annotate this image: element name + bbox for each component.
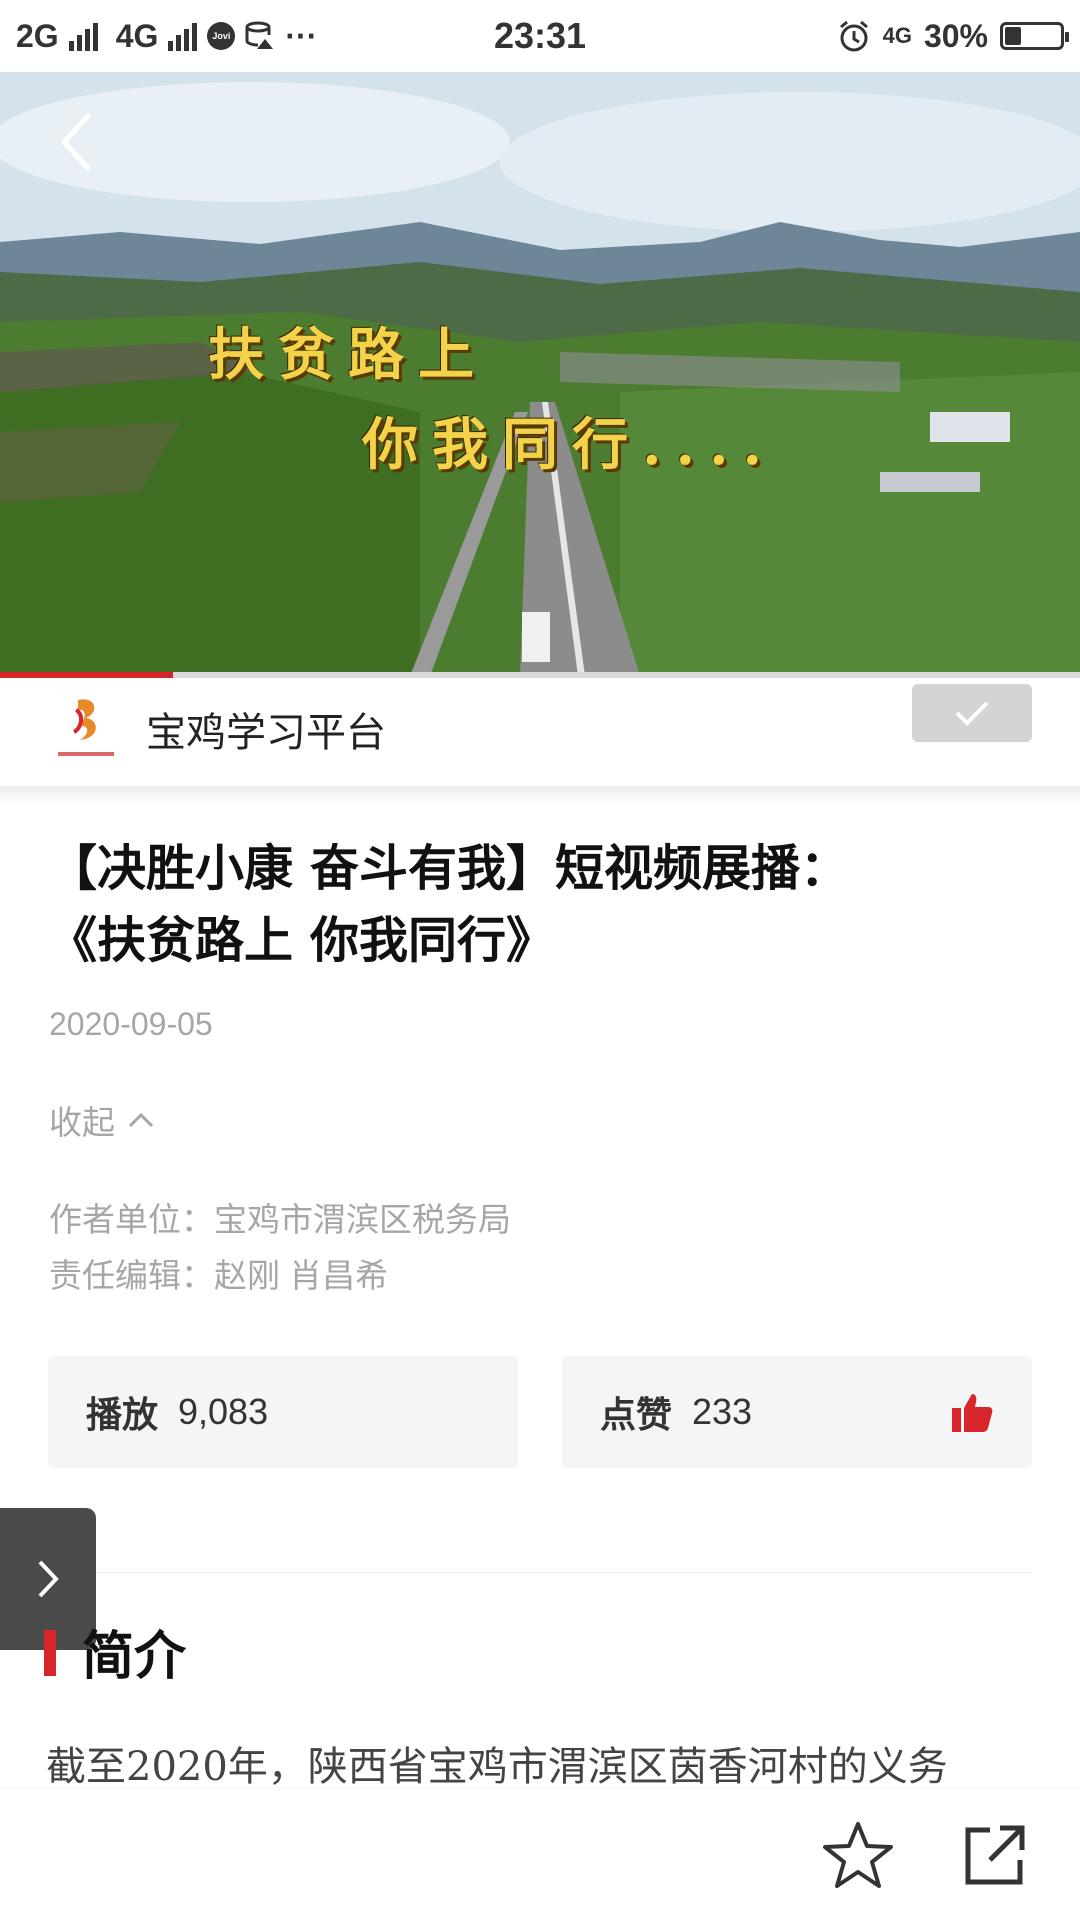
play-count: 9,083: [178, 1391, 269, 1432]
lte-label: 4G: [882, 23, 912, 48]
section-divider: [0, 786, 1080, 806]
thumbs-up-icon[interactable]: [950, 1390, 994, 1434]
article-title-line2: 《扶贫路上 你我同行》: [48, 911, 556, 969]
share-icon[interactable]: [960, 1820, 1030, 1890]
article-title-line1: 【决胜小康 奋斗有我】短视频展播：: [48, 839, 850, 897]
play-count-card: 播放 9,083: [48, 1356, 518, 1468]
like-label: 点赞: [600, 1394, 673, 1436]
article-title: 【决胜小康 奋斗有我】短视频展播： 《扶贫路上 你我同行》: [48, 832, 1038, 976]
collapse-label: 收起: [49, 1104, 115, 1141]
video-frame: [0, 72, 1080, 676]
video-caption-line2: 你我同行....: [362, 412, 776, 478]
alarm-icon: [839, 20, 868, 52]
content-divider: [48, 1572, 1032, 1573]
author-unit: 作者单位：宝鸡市渭滨区税务局: [49, 1201, 511, 1238]
article-meta: 作者单位：宝鸡市渭滨区税务局 责任编辑：赵刚 肖昌希: [49, 1192, 511, 1304]
channel-bar: 宝鸡学习平台: [0, 678, 1080, 786]
video-player[interactable]: 扶贫路上 你我同行....: [0, 72, 1080, 676]
chevron-right-icon: [38, 1560, 59, 1598]
channel-name[interactable]: 宝鸡学习平台: [146, 700, 386, 758]
chevron-left-icon: [61, 113, 91, 171]
chevron-up-icon: [128, 1112, 154, 1128]
battery-fill: [1005, 27, 1021, 45]
video-caption-line1: 扶贫路上: [208, 322, 488, 388]
intro-text: 截至2020年，陕西省宝鸡市渭滨区茵香河村的义务: [46, 1744, 948, 1790]
like-count: 233: [692, 1391, 753, 1432]
check-icon: [955, 701, 989, 726]
intro-heading: 简介: [82, 1626, 187, 1687]
like-card[interactable]: 点赞 233: [562, 1356, 1032, 1468]
intro-accent-bar: [44, 1630, 56, 1676]
back-button[interactable]: [58, 112, 118, 182]
bottom-action-bar: [0, 1790, 1080, 1920]
responsible-editor: 责任编辑：赵刚 肖昌希: [49, 1257, 389, 1294]
star-icon[interactable]: [820, 1818, 896, 1894]
publish-date: 2020-09-05: [49, 1006, 213, 1042]
battery-percent: 30%: [923, 17, 988, 54]
battery-icon: [1000, 22, 1069, 50]
status-bar: 2G 4G Jovi ··· 23:31 4G 30%: [0, 0, 1080, 72]
collapse-toggle[interactable]: 收起: [49, 1096, 155, 1144]
play-label: 播放: [86, 1394, 159, 1436]
status-right: 4G 30%: [837, 0, 1069, 72]
follow-button[interactable]: [912, 684, 1032, 742]
channel-logo[interactable]: [56, 688, 116, 768]
